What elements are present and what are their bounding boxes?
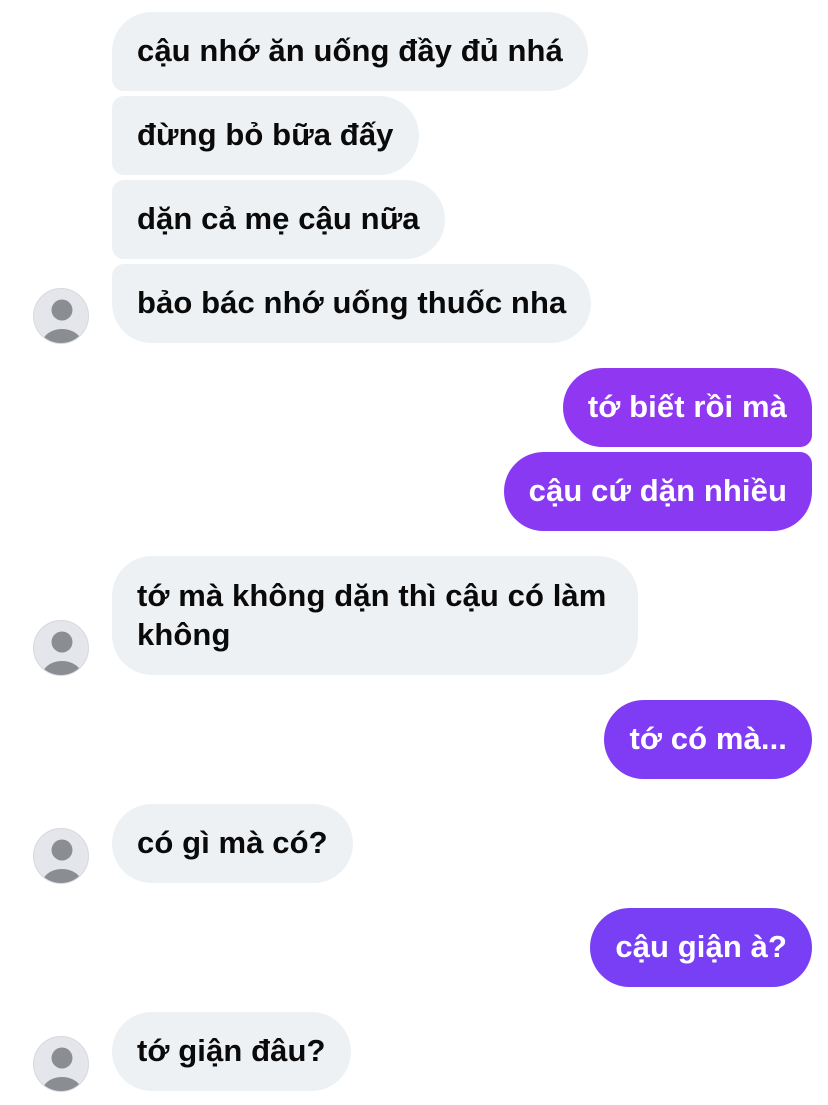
default-user-avatar-icon[interactable]	[33, 288, 89, 344]
message-outgoing[interactable]: cậu giận à?	[590, 908, 812, 987]
default-user-avatar-icon[interactable]	[33, 1036, 89, 1092]
default-user-avatar-icon[interactable]	[33, 620, 89, 676]
message-outgoing[interactable]: cậu cứ dặn nhiều	[503, 452, 812, 531]
message-incoming[interactable]: có gì mà có?	[112, 804, 353, 883]
message-incoming[interactable]: cậu nhớ ăn uống đầy đủ nhá	[112, 12, 588, 91]
message-incoming[interactable]: bảo bác nhớ uống thuốc nha	[112, 264, 592, 343]
chat-thread: cậu nhớ ăn uống đầy đủ nhá đừng bỏ bữa đ…	[0, 0, 828, 1105]
message-incoming[interactable]: tớ giận đâu?	[112, 1012, 351, 1091]
message-outgoing[interactable]: tớ có mà...	[604, 700, 812, 779]
message-incoming[interactable]: đừng bỏ bữa đấy	[112, 96, 419, 175]
message-incoming[interactable]: dặn cả mẹ cậu nữa	[112, 180, 445, 259]
message-outgoing[interactable]: tớ biết rồi mà	[562, 368, 812, 447]
default-user-avatar-icon[interactable]	[33, 828, 89, 884]
message-incoming[interactable]: tớ mà không dặn thì cậu có làm không	[112, 556, 638, 675]
